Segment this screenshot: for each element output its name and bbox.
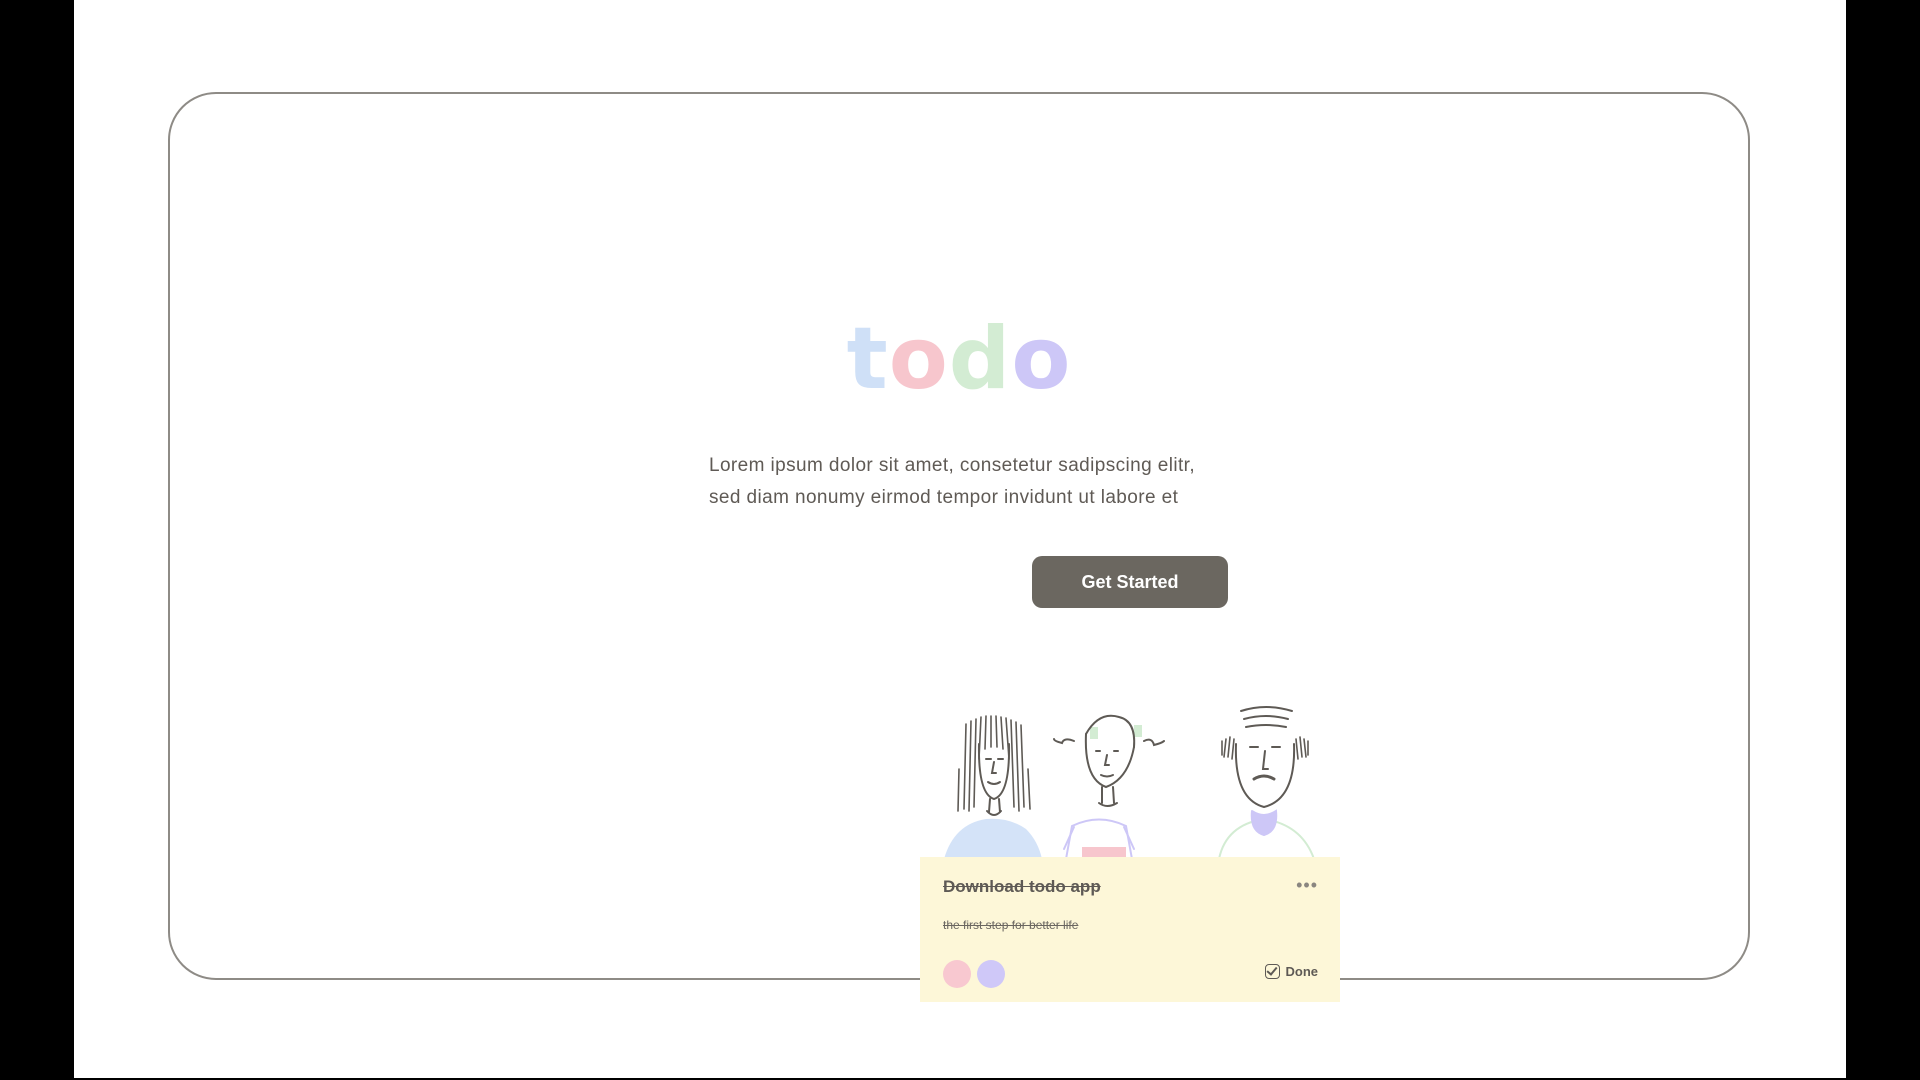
three-people-illustration xyxy=(944,706,1315,859)
logo-letter-o: o xyxy=(888,309,949,409)
page: todo Lorem ipsum dolor sit amet, consete… xyxy=(74,0,1846,1078)
logo-letter-o2: o xyxy=(1011,309,1072,409)
tagline-line-1: Lorem ipsum dolor sit amet, consetetur s… xyxy=(709,455,1195,476)
todo-card-subtitle: the first step for better life xyxy=(943,918,1079,932)
logo-letter-d: d xyxy=(948,309,1012,409)
logo-letter-t: t xyxy=(846,309,889,409)
todo-card-title: Download todo app xyxy=(943,877,1101,896)
person-middle-figure xyxy=(1053,714,1165,859)
get-started-button[interactable]: Get Started xyxy=(1032,556,1228,608)
tag-dot-pink[interactable] xyxy=(943,960,971,988)
tag-dot-purple[interactable] xyxy=(977,960,1005,988)
done-toggle[interactable]: Done xyxy=(1264,964,1319,979)
more-horizontal-icon[interactable]: ••• xyxy=(1296,875,1318,896)
todo-card[interactable]: Download todo app ••• the first step for… xyxy=(920,857,1340,1002)
app-logo: todo xyxy=(170,316,1748,402)
person-right-figure xyxy=(1218,706,1315,859)
checkbox-checked-icon xyxy=(1264,964,1280,979)
tagline-line-2: sed diam nonumy eirmod tempor invidunt u… xyxy=(709,487,1179,508)
done-label: Done xyxy=(1285,964,1319,979)
landing-frame: todo Lorem ipsum dolor sit amet, consete… xyxy=(168,92,1750,1002)
hero-tagline: Lorem ipsum dolor sit amet, consetetur s… xyxy=(170,450,1748,514)
person-left-figure xyxy=(944,715,1042,859)
